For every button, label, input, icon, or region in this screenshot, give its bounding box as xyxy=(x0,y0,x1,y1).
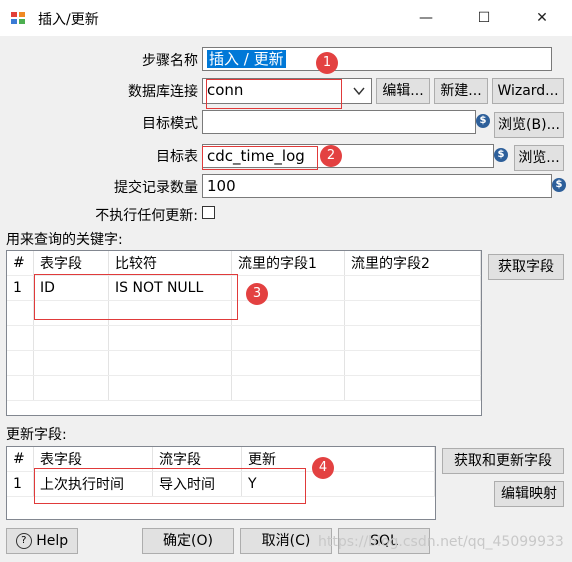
chevron-down-icon[interactable] xyxy=(352,84,366,98)
step-name-label: 步骤名称 xyxy=(142,53,198,69)
no-update-checkbox[interactable] xyxy=(202,206,215,219)
column-header: # xyxy=(7,251,34,276)
minimize-button[interactable]: — xyxy=(414,6,438,30)
column-header: 比较符 xyxy=(108,251,232,276)
new-connection-button[interactable]: 新建... xyxy=(434,78,488,104)
step-name-input[interactable]: 插入 / 更新 xyxy=(202,47,552,71)
annotation-badge: 4 xyxy=(312,457,334,479)
annotation-badge: 2 xyxy=(320,145,342,167)
commit-size-label: 提交记录数量 xyxy=(114,180,198,196)
annotation-badge: 3 xyxy=(246,283,268,305)
no-update-label: 不执行任何更新: xyxy=(95,208,198,224)
edit-connection-button[interactable]: 编辑... xyxy=(376,78,430,104)
table-row xyxy=(7,350,481,376)
column-header: 流里的字段1 xyxy=(231,251,345,276)
annotation-box xyxy=(202,146,318,170)
close-button[interactable]: ✕ xyxy=(530,6,554,30)
watermark: https://blog.csdn.net/qq_45099933 xyxy=(318,534,564,550)
keys-section-label: 用来查询的关键字: xyxy=(6,232,123,248)
annotation-box xyxy=(34,468,306,504)
annotation-box xyxy=(34,274,238,320)
table-header: # 表字段 比较符 流里的字段1 流里的字段2 xyxy=(7,251,481,276)
step-name-value: 插入 / 更新 xyxy=(207,50,286,68)
column-header: 流里的字段2 xyxy=(344,251,481,276)
column-header: # xyxy=(7,447,34,472)
browse-schema-button[interactable]: 浏览(B)... xyxy=(494,112,564,138)
edit-mapping-button[interactable]: 编辑映射 xyxy=(494,481,564,507)
variable-icon: $ xyxy=(494,148,508,162)
target-schema-label: 目标模式 xyxy=(142,116,198,132)
target-schema-input[interactable] xyxy=(202,110,476,134)
get-update-fields-button[interactable]: 获取和更新字段 xyxy=(442,448,564,474)
variable-icon: $ xyxy=(552,178,566,192)
row-number: 1 xyxy=(7,275,34,301)
table-row xyxy=(7,375,481,401)
maximize-button[interactable]: ☐ xyxy=(472,6,496,30)
ok-button[interactable]: 确定(O) xyxy=(142,528,234,554)
help-button[interactable]: ? Help xyxy=(6,528,78,554)
window-title: 插入/更新 xyxy=(38,12,99,28)
variable-icon: $ xyxy=(476,114,490,128)
help-label: Help xyxy=(36,533,69,549)
commit-size-input[interactable]: 100 xyxy=(202,174,552,198)
update-section-label: 更新字段: xyxy=(6,427,67,443)
table-row xyxy=(7,325,481,351)
table-cell[interactable] xyxy=(344,275,481,301)
annotation-badge: 1 xyxy=(316,52,338,74)
help-icon: ? xyxy=(15,533,32,549)
target-table-label: 目标表 xyxy=(156,149,198,165)
wizard-button[interactable]: Wizard... xyxy=(492,78,564,104)
row-number: 1 xyxy=(7,471,34,497)
get-fields-button[interactable]: 获取字段 xyxy=(488,254,564,280)
app-icon xyxy=(10,10,26,26)
connection-label: 数据库连接 xyxy=(128,84,198,100)
annotation-box xyxy=(206,79,342,109)
column-header: 表字段 xyxy=(33,251,109,276)
browse-table-button[interactable]: 浏览... xyxy=(514,145,564,171)
